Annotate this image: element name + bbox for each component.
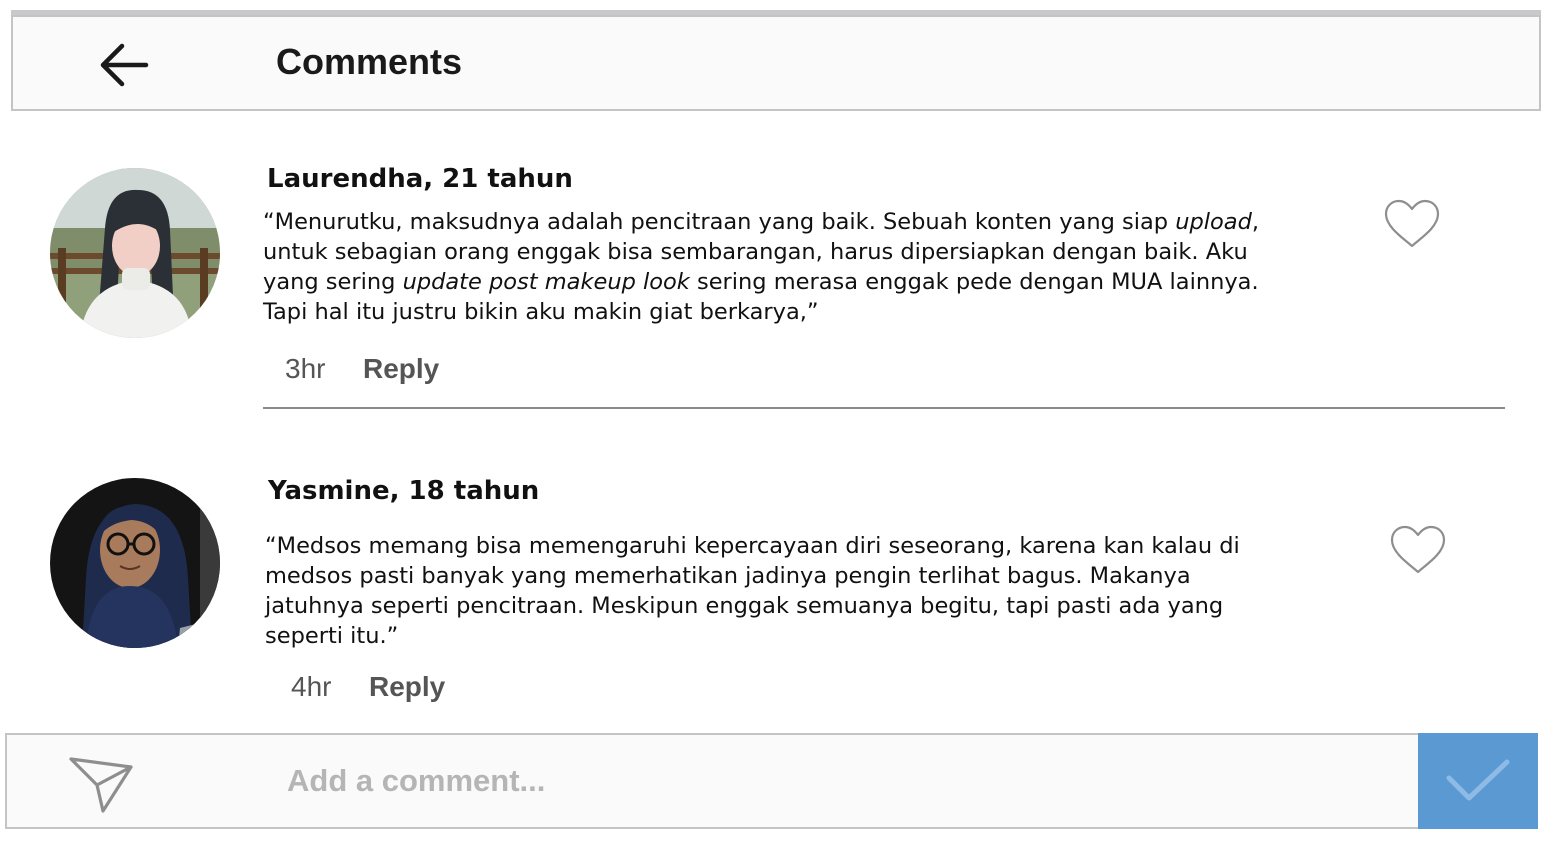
avatar-laurendha[interactable] <box>50 168 220 338</box>
comment-text-segment: seperti itu.” <box>265 623 399 649</box>
header-bar: Comments <box>11 15 1541 111</box>
comment-divider <box>263 407 1505 409</box>
comment-text-line: jatuhnya seperti pencitraan. Meskipun en… <box>265 591 1240 621</box>
back-button[interactable] <box>93 37 153 93</box>
comment-text-segment: , <box>1251 209 1260 235</box>
avatar-photo <box>50 478 220 648</box>
reply-button[interactable]: Reply <box>363 353 439 385</box>
comment-text-line: yang sering update post makeup look seri… <box>263 267 1259 297</box>
page-title: Comments <box>276 41 463 82</box>
comment-input[interactable] <box>287 753 1387 809</box>
comment-text-segment: untuk sebagian orang enggak bisa sembara… <box>263 239 1248 265</box>
comment-text: “Menurutku, maksudnya adalah pencitraan … <box>263 207 1259 327</box>
heart-outline-icon[interactable] <box>1382 198 1442 250</box>
arrow-left-icon <box>100 43 149 87</box>
comment-text-segment: Tapi hal itu justru bikin aku makin giat… <box>263 299 819 325</box>
comment-text-line: “Menurutku, maksudnya adalah pencitraan … <box>263 207 1259 237</box>
comment-time: 4hr <box>291 671 332 702</box>
comment-text-segment: “Medsos memang bisa memengaruhi kepercay… <box>265 533 1240 559</box>
comment-text-italic: upload <box>1175 209 1252 235</box>
comment-text-segment: medsos pasti banyak yang memerhatikan ja… <box>265 563 1191 589</box>
comment-text-line: Tapi hal itu justru bikin aku makin giat… <box>263 297 1259 327</box>
comment-text-line: untuk sebagian orang enggak bisa sembara… <box>263 237 1259 267</box>
reply-button[interactable]: Reply <box>369 671 445 703</box>
heart-outline-icon[interactable] <box>1388 524 1448 576</box>
comment-composer <box>5 733 1420 829</box>
comment-text-line: “Medsos memang bisa memengaruhi kepercay… <box>265 531 1240 561</box>
comment-text-segment: “Menurutku, maksudnya adalah pencitraan … <box>263 209 1176 235</box>
checkmark-icon <box>1446 759 1510 801</box>
comment-text-line: medsos pasti banyak yang memerhatikan ja… <box>265 561 1240 591</box>
submit-comment-button[interactable] <box>1418 733 1538 829</box>
comment-text-segment: jatuhnya seperti pencitraan. Meskipun en… <box>265 593 1224 619</box>
comment-text-italic: update post makeup look <box>402 269 690 295</box>
comment-text-segment: sering merasa enggak pede dengan MUA lai… <box>689 269 1259 295</box>
comment-author[interactable]: Yasmine, 18 tahun <box>268 476 539 506</box>
comment-text: “Medsos memang bisa memengaruhi kepercay… <box>265 531 1240 651</box>
comment-author[interactable]: Laurendha, 21 tahun <box>267 164 573 194</box>
comment-text-segment: yang sering <box>263 269 403 295</box>
avatar-yasmine[interactable] <box>50 478 220 648</box>
avatar-photo <box>50 168 220 338</box>
comment-time: 3hr <box>285 353 326 384</box>
comment-text-line: seperti itu.” <box>265 621 1240 651</box>
paper-plane-icon[interactable] <box>67 755 135 815</box>
